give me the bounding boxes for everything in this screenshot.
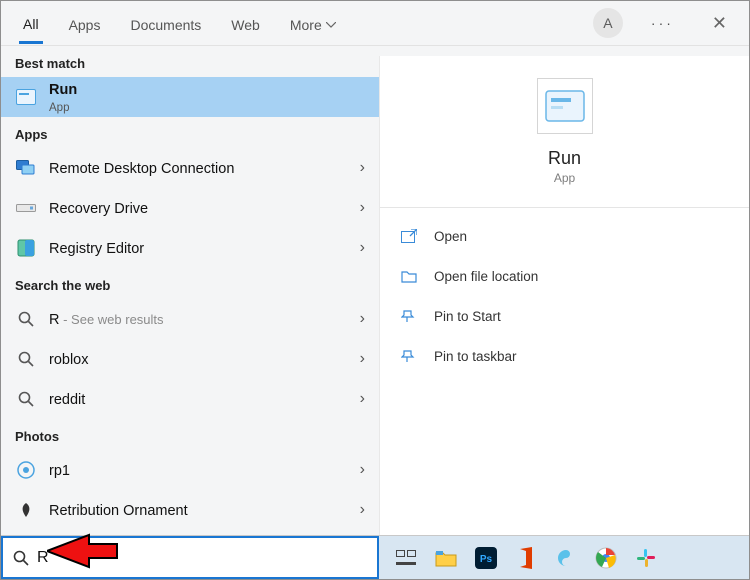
tab-more[interactable]: More bbox=[286, 4, 340, 42]
tab-documents[interactable]: Documents bbox=[126, 4, 205, 42]
action-label: Open bbox=[434, 229, 467, 244]
result-photo-retribution[interactable]: Retribution Ornament › bbox=[1, 490, 379, 530]
tab-web[interactable]: Web bbox=[227, 4, 264, 42]
open-icon bbox=[400, 227, 418, 245]
cloud-app-icon[interactable] bbox=[553, 545, 579, 571]
chevron-right-icon: › bbox=[360, 350, 365, 368]
task-view-icon[interactable] bbox=[393, 545, 419, 571]
result-label: Remote Desktop Connection bbox=[49, 161, 234, 177]
result-label: Retribution Ornament bbox=[49, 503, 188, 519]
result-web-reddit[interactable]: reddit › bbox=[1, 379, 379, 419]
tab-apps[interactable]: Apps bbox=[65, 4, 105, 42]
photo-thumb-icon bbox=[15, 499, 37, 521]
result-best-match[interactable]: Run App bbox=[1, 77, 379, 117]
chevron-right-icon: › bbox=[360, 159, 365, 177]
photoshop-icon[interactable]: Ps bbox=[473, 545, 499, 571]
close-icon[interactable]: ✕ bbox=[702, 13, 731, 34]
more-options-button[interactable]: ··· bbox=[645, 15, 680, 31]
search-box[interactable] bbox=[1, 536, 379, 579]
taskbar: Ps bbox=[379, 536, 749, 579]
pin-icon bbox=[400, 347, 418, 365]
chevron-right-icon: › bbox=[360, 310, 365, 328]
section-best-match: Best match bbox=[1, 46, 379, 77]
result-photo-rp1[interactable]: rp1 › bbox=[1, 450, 379, 490]
result-label: R bbox=[49, 312, 59, 328]
action-pin-to-start[interactable]: Pin to Start bbox=[380, 296, 749, 336]
office-icon[interactable] bbox=[513, 545, 539, 571]
chevron-right-icon: › bbox=[360, 390, 365, 408]
result-label: Registry Editor bbox=[49, 241, 144, 257]
pin-icon bbox=[400, 307, 418, 325]
file-explorer-icon[interactable] bbox=[433, 545, 459, 571]
tab-all[interactable]: All bbox=[19, 3, 43, 44]
search-icon bbox=[15, 348, 37, 370]
search-icon bbox=[15, 388, 37, 410]
action-label: Pin to taskbar bbox=[434, 349, 517, 364]
photo-thumb-icon bbox=[15, 459, 37, 481]
folder-icon bbox=[400, 267, 418, 285]
search-input[interactable] bbox=[37, 549, 367, 567]
results-panel: Best match Run App Apps Remote Desktop C… bbox=[1, 46, 379, 535]
chevron-right-icon: › bbox=[360, 239, 365, 257]
chevron-right-icon: › bbox=[360, 461, 365, 479]
tab-more-label: More bbox=[290, 17, 322, 33]
slack-icon[interactable] bbox=[633, 545, 659, 571]
result-label: rp1 bbox=[49, 463, 70, 479]
detail-title: Run bbox=[548, 148, 581, 169]
detail-app-icon bbox=[537, 78, 593, 134]
search-icon bbox=[15, 308, 37, 330]
chevron-right-icon: › bbox=[360, 199, 365, 217]
result-app-recovery-drive[interactable]: Recovery Drive › bbox=[1, 188, 379, 228]
chevron-down-icon bbox=[326, 22, 336, 28]
result-suffix: - See web results bbox=[59, 312, 163, 327]
remote-desktop-icon bbox=[15, 157, 37, 179]
section-apps: Apps bbox=[1, 117, 379, 148]
best-match-subtitle: App bbox=[49, 102, 69, 114]
result-label: reddit bbox=[49, 392, 85, 408]
action-label: Pin to Start bbox=[434, 309, 501, 324]
result-label: Recovery Drive bbox=[49, 201, 148, 217]
filter-tabs: All Apps Documents Web More A ··· ✕ bbox=[1, 1, 749, 46]
recovery-drive-icon bbox=[15, 197, 37, 219]
action-open[interactable]: Open bbox=[380, 216, 749, 256]
best-match-title: Run bbox=[49, 82, 77, 98]
result-web-r[interactable]: R - See web results › bbox=[1, 299, 379, 339]
run-app-icon bbox=[15, 86, 37, 108]
detail-panel: Run App Open Open file location bbox=[379, 56, 749, 535]
result-app-remote-desktop[interactable]: Remote Desktop Connection › bbox=[1, 148, 379, 188]
svg-text:Ps: Ps bbox=[480, 554, 493, 565]
action-open-file-location[interactable]: Open file location bbox=[380, 256, 749, 296]
result-web-roblox[interactable]: roblox › bbox=[1, 339, 379, 379]
action-pin-to-taskbar[interactable]: Pin to taskbar bbox=[380, 336, 749, 376]
search-icon bbox=[13, 550, 29, 566]
registry-editor-icon bbox=[15, 237, 37, 259]
chrome-icon[interactable] bbox=[593, 545, 619, 571]
detail-subtitle: App bbox=[554, 171, 575, 185]
section-search-web: Search the web bbox=[1, 268, 379, 299]
result-app-registry-editor[interactable]: Registry Editor › bbox=[1, 228, 379, 268]
user-avatar[interactable]: A bbox=[593, 8, 623, 38]
action-label: Open file location bbox=[434, 269, 538, 284]
result-label: roblox bbox=[49, 352, 89, 368]
chevron-right-icon: › bbox=[360, 501, 365, 519]
section-photos: Photos bbox=[1, 419, 379, 450]
bottom-bar: Ps bbox=[1, 535, 749, 579]
